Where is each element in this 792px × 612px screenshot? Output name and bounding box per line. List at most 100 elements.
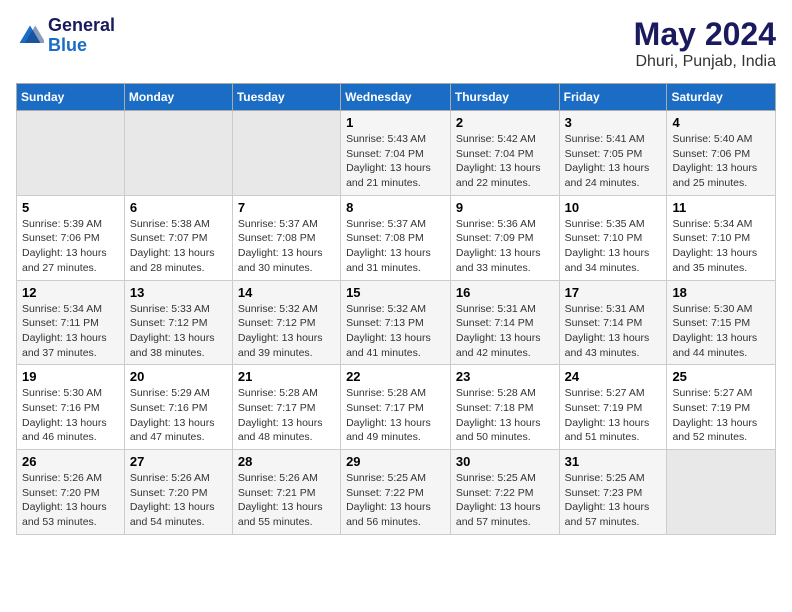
day-info: Sunrise: 5:37 AMSunset: 7:08 PMDaylight:… [346,217,445,276]
calendar-cell: 27 Sunrise: 5:26 AMSunset: 7:20 PMDaylig… [124,450,232,535]
calendar-cell: 29 Sunrise: 5:25 AMSunset: 7:22 PMDaylig… [341,450,451,535]
day-info: Sunrise: 5:25 AMSunset: 7:23 PMDaylight:… [565,471,662,530]
calendar-cell: 22 Sunrise: 5:28 AMSunset: 7:17 PMDaylig… [341,365,451,450]
calendar-cell: 14 Sunrise: 5:32 AMSunset: 7:12 PMDaylig… [232,280,340,365]
calendar-table: SundayMondayTuesdayWednesdayThursdayFrid… [16,83,776,535]
day-info: Sunrise: 5:37 AMSunset: 7:08 PMDaylight:… [238,217,335,276]
weekday-header: Saturday [667,84,776,111]
day-info: Sunrise: 5:41 AMSunset: 7:05 PMDaylight:… [565,132,662,191]
day-number: 7 [238,200,335,215]
day-info: Sunrise: 5:31 AMSunset: 7:14 PMDaylight:… [456,302,554,361]
day-info: Sunrise: 5:25 AMSunset: 7:22 PMDaylight:… [456,471,554,530]
day-info: Sunrise: 5:28 AMSunset: 7:17 PMDaylight:… [238,386,335,445]
day-number: 4 [672,115,770,130]
day-info: Sunrise: 5:38 AMSunset: 7:07 PMDaylight:… [130,217,227,276]
day-number: 17 [565,285,662,300]
day-number: 2 [456,115,554,130]
calendar-cell: 19 Sunrise: 5:30 AMSunset: 7:16 PMDaylig… [17,365,125,450]
day-number: 10 [565,200,662,215]
calendar-week-row: 5 Sunrise: 5:39 AMSunset: 7:06 PMDayligh… [17,195,776,280]
calendar-cell: 23 Sunrise: 5:28 AMSunset: 7:18 PMDaylig… [450,365,559,450]
page-header: GeneralBlue May 2024 Dhuri, Punjab, Indi… [16,16,776,71]
location: Dhuri, Punjab, India [634,53,776,71]
day-info: Sunrise: 5:29 AMSunset: 7:16 PMDaylight:… [130,386,227,445]
day-number: 15 [346,285,445,300]
day-number: 14 [238,285,335,300]
day-number: 18 [672,285,770,300]
day-number: 21 [238,369,335,384]
day-info: Sunrise: 5:40 AMSunset: 7:06 PMDaylight:… [672,132,770,191]
weekday-header: Tuesday [232,84,340,111]
day-number: 29 [346,454,445,469]
weekday-header: Sunday [17,84,125,111]
calendar-cell: 17 Sunrise: 5:31 AMSunset: 7:14 PMDaylig… [559,280,667,365]
day-number: 6 [130,200,227,215]
calendar-cell: 30 Sunrise: 5:25 AMSunset: 7:22 PMDaylig… [450,450,559,535]
calendar-cell: 10 Sunrise: 5:35 AMSunset: 7:10 PMDaylig… [559,195,667,280]
day-info: Sunrise: 5:39 AMSunset: 7:06 PMDaylight:… [22,217,119,276]
day-number: 3 [565,115,662,130]
calendar-cell: 28 Sunrise: 5:26 AMSunset: 7:21 PMDaylig… [232,450,340,535]
day-number: 28 [238,454,335,469]
calendar-cell: 31 Sunrise: 5:25 AMSunset: 7:23 PMDaylig… [559,450,667,535]
calendar-cell: 5 Sunrise: 5:39 AMSunset: 7:06 PMDayligh… [17,195,125,280]
day-info: Sunrise: 5:30 AMSunset: 7:15 PMDaylight:… [672,302,770,361]
calendar-cell: 2 Sunrise: 5:42 AMSunset: 7:04 PMDayligh… [450,111,559,196]
day-number: 16 [456,285,554,300]
logo-text: GeneralBlue [48,16,115,56]
day-info: Sunrise: 5:32 AMSunset: 7:12 PMDaylight:… [238,302,335,361]
calendar-cell: 7 Sunrise: 5:37 AMSunset: 7:08 PMDayligh… [232,195,340,280]
weekday-header-row: SundayMondayTuesdayWednesdayThursdayFrid… [17,84,776,111]
day-info: Sunrise: 5:26 AMSunset: 7:20 PMDaylight:… [22,471,119,530]
weekday-header: Monday [124,84,232,111]
day-number: 22 [346,369,445,384]
calendar-cell: 1 Sunrise: 5:43 AMSunset: 7:04 PMDayligh… [341,111,451,196]
logo-icon [16,22,44,50]
day-info: Sunrise: 5:26 AMSunset: 7:20 PMDaylight:… [130,471,227,530]
day-info: Sunrise: 5:28 AMSunset: 7:18 PMDaylight:… [456,386,554,445]
day-number: 9 [456,200,554,215]
day-number: 20 [130,369,227,384]
calendar-cell: 3 Sunrise: 5:41 AMSunset: 7:05 PMDayligh… [559,111,667,196]
calendar-cell: 25 Sunrise: 5:27 AMSunset: 7:19 PMDaylig… [667,365,776,450]
day-info: Sunrise: 5:25 AMSunset: 7:22 PMDaylight:… [346,471,445,530]
calendar-week-row: 1 Sunrise: 5:43 AMSunset: 7:04 PMDayligh… [17,111,776,196]
day-info: Sunrise: 5:31 AMSunset: 7:14 PMDaylight:… [565,302,662,361]
calendar-cell: 16 Sunrise: 5:31 AMSunset: 7:14 PMDaylig… [450,280,559,365]
calendar-cell: 13 Sunrise: 5:33 AMSunset: 7:12 PMDaylig… [124,280,232,365]
day-number: 24 [565,369,662,384]
calendar-week-row: 12 Sunrise: 5:34 AMSunset: 7:11 PMDaylig… [17,280,776,365]
day-info: Sunrise: 5:42 AMSunset: 7:04 PMDaylight:… [456,132,554,191]
calendar-cell [17,111,125,196]
day-info: Sunrise: 5:33 AMSunset: 7:12 PMDaylight:… [130,302,227,361]
day-number: 31 [565,454,662,469]
logo: GeneralBlue [16,16,115,56]
weekday-header: Thursday [450,84,559,111]
day-info: Sunrise: 5:43 AMSunset: 7:04 PMDaylight:… [346,132,445,191]
day-number: 12 [22,285,119,300]
calendar-cell: 20 Sunrise: 5:29 AMSunset: 7:16 PMDaylig… [124,365,232,450]
calendar-cell: 9 Sunrise: 5:36 AMSunset: 7:09 PMDayligh… [450,195,559,280]
weekday-header: Friday [559,84,667,111]
day-number: 1 [346,115,445,130]
calendar-cell: 11 Sunrise: 5:34 AMSunset: 7:10 PMDaylig… [667,195,776,280]
calendar-cell [232,111,340,196]
calendar-cell [667,450,776,535]
weekday-header: Wednesday [341,84,451,111]
month-year: May 2024 [634,16,776,53]
day-number: 25 [672,369,770,384]
day-number: 30 [456,454,554,469]
day-info: Sunrise: 5:35 AMSunset: 7:10 PMDaylight:… [565,217,662,276]
calendar-cell: 21 Sunrise: 5:28 AMSunset: 7:17 PMDaylig… [232,365,340,450]
day-number: 23 [456,369,554,384]
day-info: Sunrise: 5:27 AMSunset: 7:19 PMDaylight:… [565,386,662,445]
day-number: 13 [130,285,227,300]
title-block: May 2024 Dhuri, Punjab, India [634,16,776,71]
day-number: 27 [130,454,227,469]
day-info: Sunrise: 5:28 AMSunset: 7:17 PMDaylight:… [346,386,445,445]
day-number: 26 [22,454,119,469]
day-number: 5 [22,200,119,215]
day-number: 11 [672,200,770,215]
day-info: Sunrise: 5:30 AMSunset: 7:16 PMDaylight:… [22,386,119,445]
calendar-cell: 4 Sunrise: 5:40 AMSunset: 7:06 PMDayligh… [667,111,776,196]
